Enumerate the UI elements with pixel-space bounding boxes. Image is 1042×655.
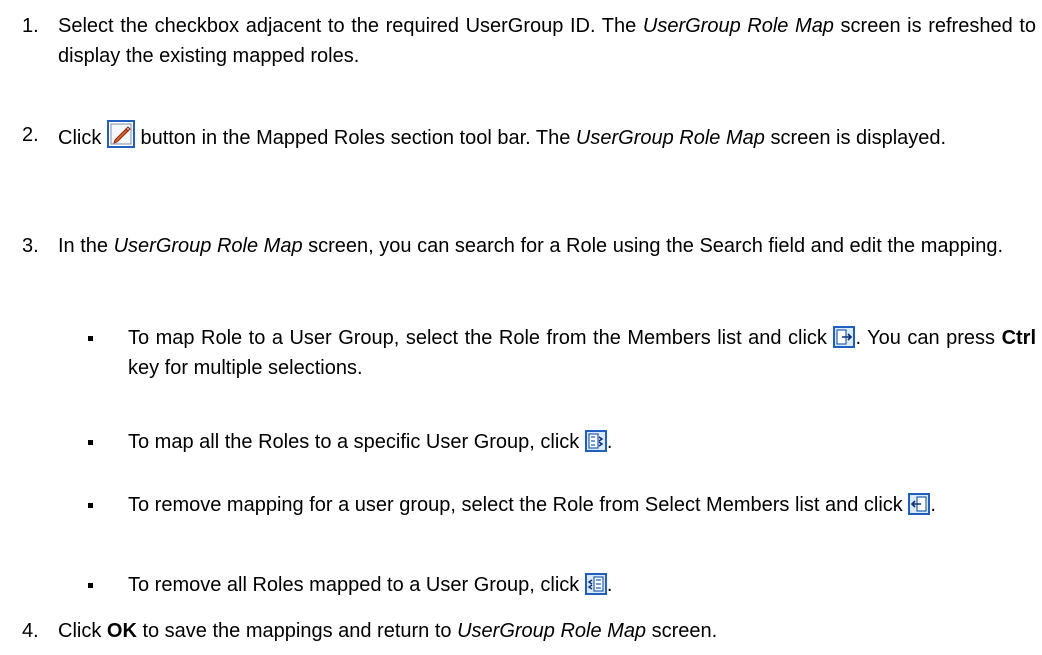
step-2: 2. Click button in the Mapped Roles sect… [22,120,1036,153]
step-3: 3. In the UserGroup Role Map screen, you… [22,231,1036,261]
step-text: Select the checkbox adjacent to the requ… [58,15,643,37]
sub-item-text: To remove all Roles mapped to a User Gro… [128,574,585,596]
step-text: screen, you can search for a Role using … [302,235,1003,257]
sub-item-text: . [606,431,613,453]
sub-item-text: . [930,494,936,516]
bullet-icon [88,440,93,445]
bullet-icon [88,583,93,588]
sub-item-map-all: To map all the Roles to a specific User … [88,427,1036,457]
sub-item-text: To map all the Roles to a specific User … [128,431,585,453]
remove-all-icon [584,573,607,595]
step-number: 4. [22,620,39,642]
key-name: Ctrl [1001,327,1037,349]
step-text: screen. [646,620,718,642]
sub-item-remove-all: To remove all Roles mapped to a User Gro… [88,570,1036,600]
sub-item-remove-mapping: To remove mapping for a user group, sele… [88,490,1036,520]
screen-name: UserGroup Role Map [113,235,303,257]
remove-selected-icon [908,493,931,515]
step-text: to save the mappings and return to [136,620,458,642]
step-1: 1. Select the checkbox adjacent to the r… [22,11,1036,71]
move-selected-icon [833,326,856,348]
step-text: In the [58,235,114,257]
step-number: 3. [22,235,39,257]
step-text: button in the Mapped Roles section tool … [134,127,576,149]
edit-icon [106,120,135,148]
sub-item-map-role: To map Role to a User Group, select the … [88,323,1037,383]
screen-name: UserGroup Role Map [575,127,765,149]
step-text: Click [58,127,107,149]
move-all-icon [584,430,607,452]
step-4: 4. Click OK to save the mappings and ret… [22,616,1036,646]
step-number: 2. [22,124,39,146]
sub-item-text: . You can press [855,327,1002,349]
sub-item-text: . [606,574,613,596]
step-text: screen is displayed. [764,127,947,149]
step-text: Click [58,620,107,642]
screen-name: UserGroup Role Map [457,620,647,642]
bullet-icon [88,336,93,341]
sub-item-text: To remove mapping for a user group, sele… [128,494,909,516]
sub-item-text: key for multiple selections. [128,357,363,379]
screen-name: UserGroup Role Map [642,15,834,37]
sub-item-text: To map Role to a User Group, select the … [128,327,834,349]
ok-label: OK [106,620,137,642]
step-number: 1. [22,15,39,37]
bullet-icon [88,503,93,508]
